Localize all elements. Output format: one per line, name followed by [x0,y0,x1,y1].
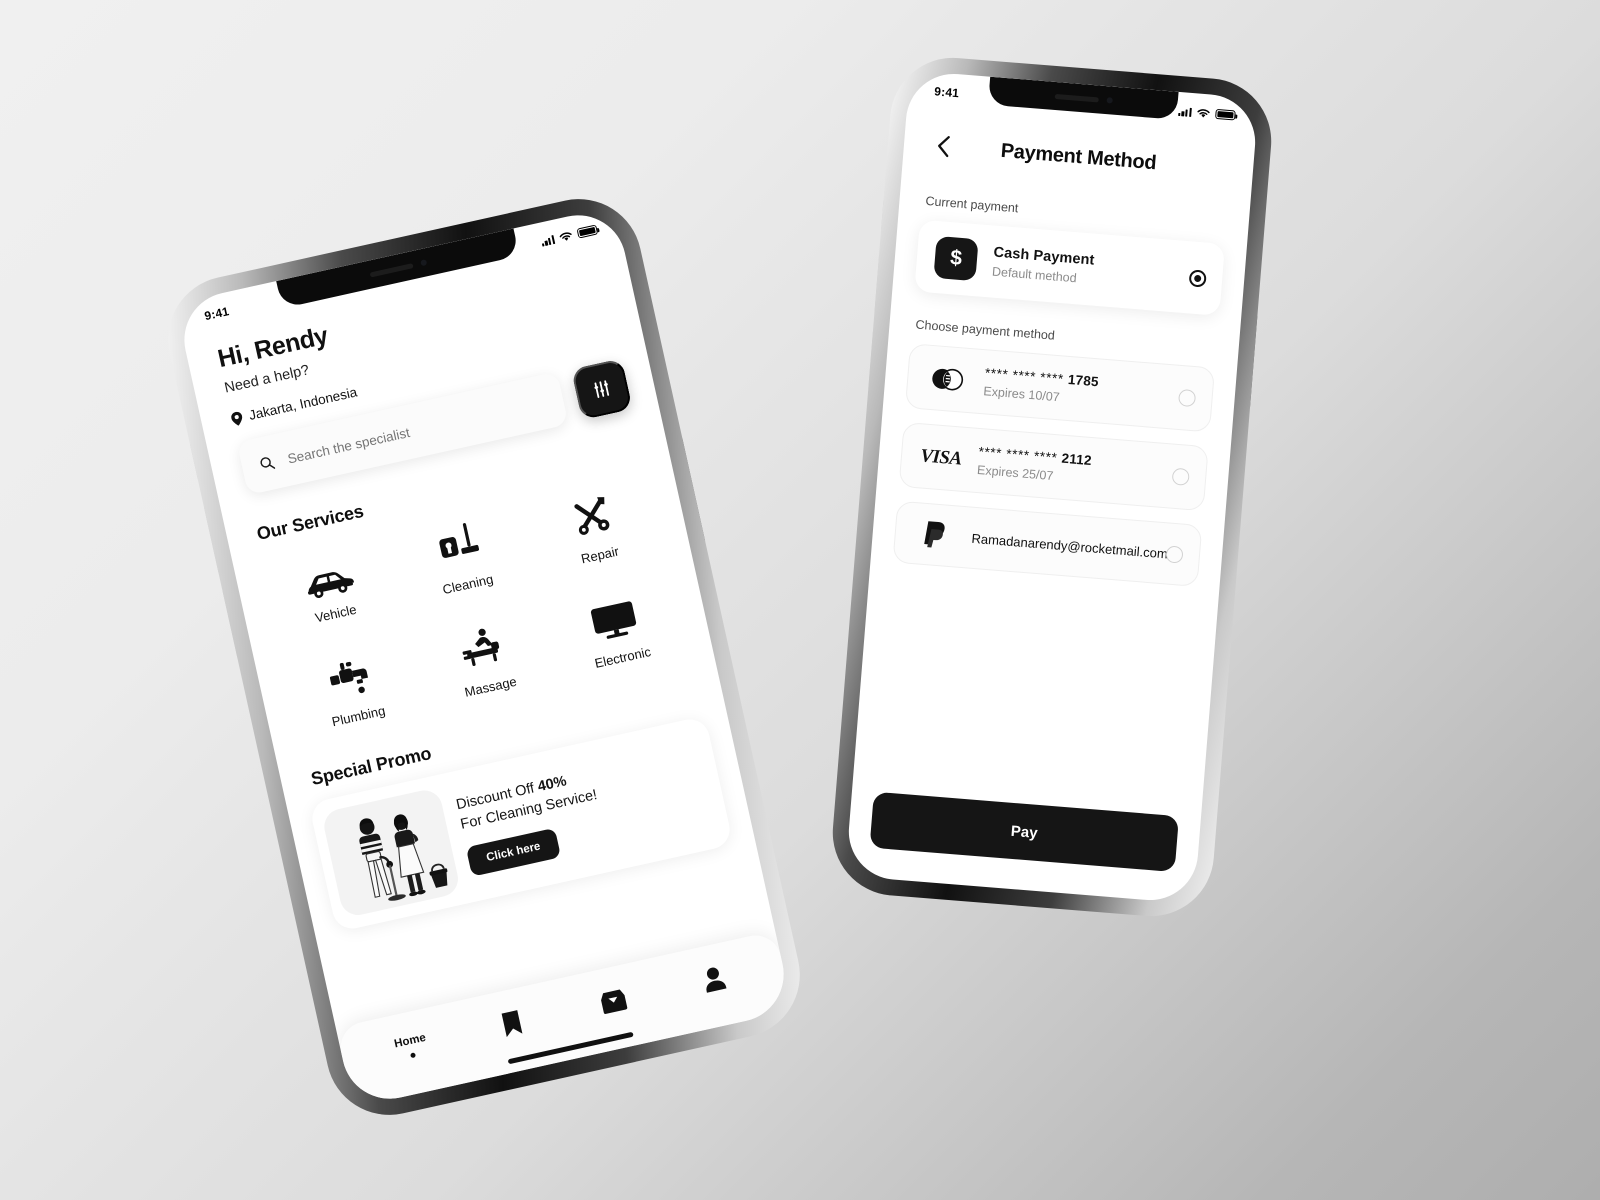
paypal-icon [911,518,959,552]
card-mask: **** **** **** [984,365,1069,387]
visa-icon: VISA [917,445,965,471]
card-mask: **** **** **** [978,444,1063,466]
car-icon [297,546,358,602]
tab-profile[interactable] [688,961,740,996]
service-item-vehicle[interactable]: Vehicle [254,527,406,645]
mop-bucket-icon [434,518,485,572]
battery-full-icon [1215,108,1236,121]
home-content: Hi, Rendy Need a help? Jakarta, Indonesi… [175,206,793,1108]
radio-visa[interactable] [1171,467,1190,486]
wifi-icon [1197,108,1210,118]
promo-cta-button[interactable]: Click here [465,827,562,877]
tab-home[interactable]: Home [385,1030,437,1063]
service-item-cleaning[interactable]: Cleaning [386,498,538,616]
service-label: Electronic [593,643,653,671]
service-label: Plumbing [330,702,387,730]
inbox-icon [600,989,627,1014]
search-icon [260,457,276,469]
visa-wordmark: VISA [919,444,963,470]
massage-table-icon [453,620,510,675]
back-button[interactable] [927,130,959,162]
phone-home-screen: 9:41 Hi, Rendy Need a help? Jakarta, Ind… [175,206,793,1108]
sliders-filter-icon [594,380,610,398]
service-label: Massage [463,673,518,700]
paypal-email: Ramadanarendy@rocketmail.com [971,530,1169,561]
wrench-screwdriver-icon [566,488,617,542]
mastercard-icon [923,365,971,393]
service-label: Cleaning [441,571,495,598]
service-item-plumbing[interactable]: Plumbing [277,630,429,748]
service-label: Repair [579,543,621,567]
person-icon [706,967,727,993]
status-time: 9:41 [203,304,231,324]
tab-home-label: Home [393,1031,427,1050]
dollar-badge-icon: $ [931,235,980,282]
phone-payment-screen: 9:41 Payment Method Current payment $ Ca… [845,70,1259,904]
radio-cash-selected[interactable] [1188,268,1207,288]
faucet-icon [323,649,376,703]
pay-button[interactable]: Pay [869,791,1180,873]
phone-payment-device: 9:41 Payment Method Current payment $ Ca… [827,53,1277,921]
two-cleaners-illustration [320,787,462,919]
promo-text: Discount Off 40% For Cleaning Service! C… [447,743,714,878]
radio-mastercard[interactable] [1177,388,1197,408]
chevron-left-icon [937,136,950,158]
radio-paypal[interactable] [1165,544,1184,564]
payment-method-cash[interactable]: $ Cash Payment Default method [914,219,1226,316]
promo-card[interactable]: Discount Off 40% For Cleaning Service! C… [308,715,734,933]
bottom-tabbar: Home [335,930,793,1108]
card-last4: 2112 [1061,450,1093,469]
tab-bookmark[interactable] [486,1006,538,1042]
status-time: 9:41 [933,84,960,101]
cellular-bars-icon [1177,106,1192,117]
battery-full-icon [576,224,599,239]
home-active-dot-icon [410,1051,417,1058]
monitor-icon [587,591,642,646]
cellular-bars-icon [540,234,556,247]
service-item-repair[interactable]: Repair [518,469,670,587]
service-item-massage[interactable]: Massage [409,600,561,718]
mockup-scene: 9:41 Hi, Rendy Need a help? Jakarta, Ind… [0,0,1600,1200]
service-label: Vehicle [313,601,358,626]
service-item-electronic[interactable]: Electronic [541,571,693,689]
bookmark-icon [501,1010,523,1038]
filter-button[interactable] [570,358,633,421]
phone-home-device: 9:41 Hi, Rendy Need a help? Jakarta, Ind… [156,186,812,1128]
payment-method-visa[interactable]: VISA **** **** **** 2112 Expires 25/07 [898,421,1209,512]
payment-content: Payment Method Current payment $ Cash Pa… [845,70,1259,903]
card-last4: 1785 [1067,371,1100,390]
tab-inbox[interactable] [587,984,639,1018]
cash-badge: $ [933,235,979,282]
payment-method-paypal[interactable]: Ramadanarendy@rocketmail.com [892,500,1203,587]
wifi-icon [559,231,572,241]
payment-method-mastercard[interactable]: **** **** **** 1785 Expires 10/07 [904,343,1216,433]
